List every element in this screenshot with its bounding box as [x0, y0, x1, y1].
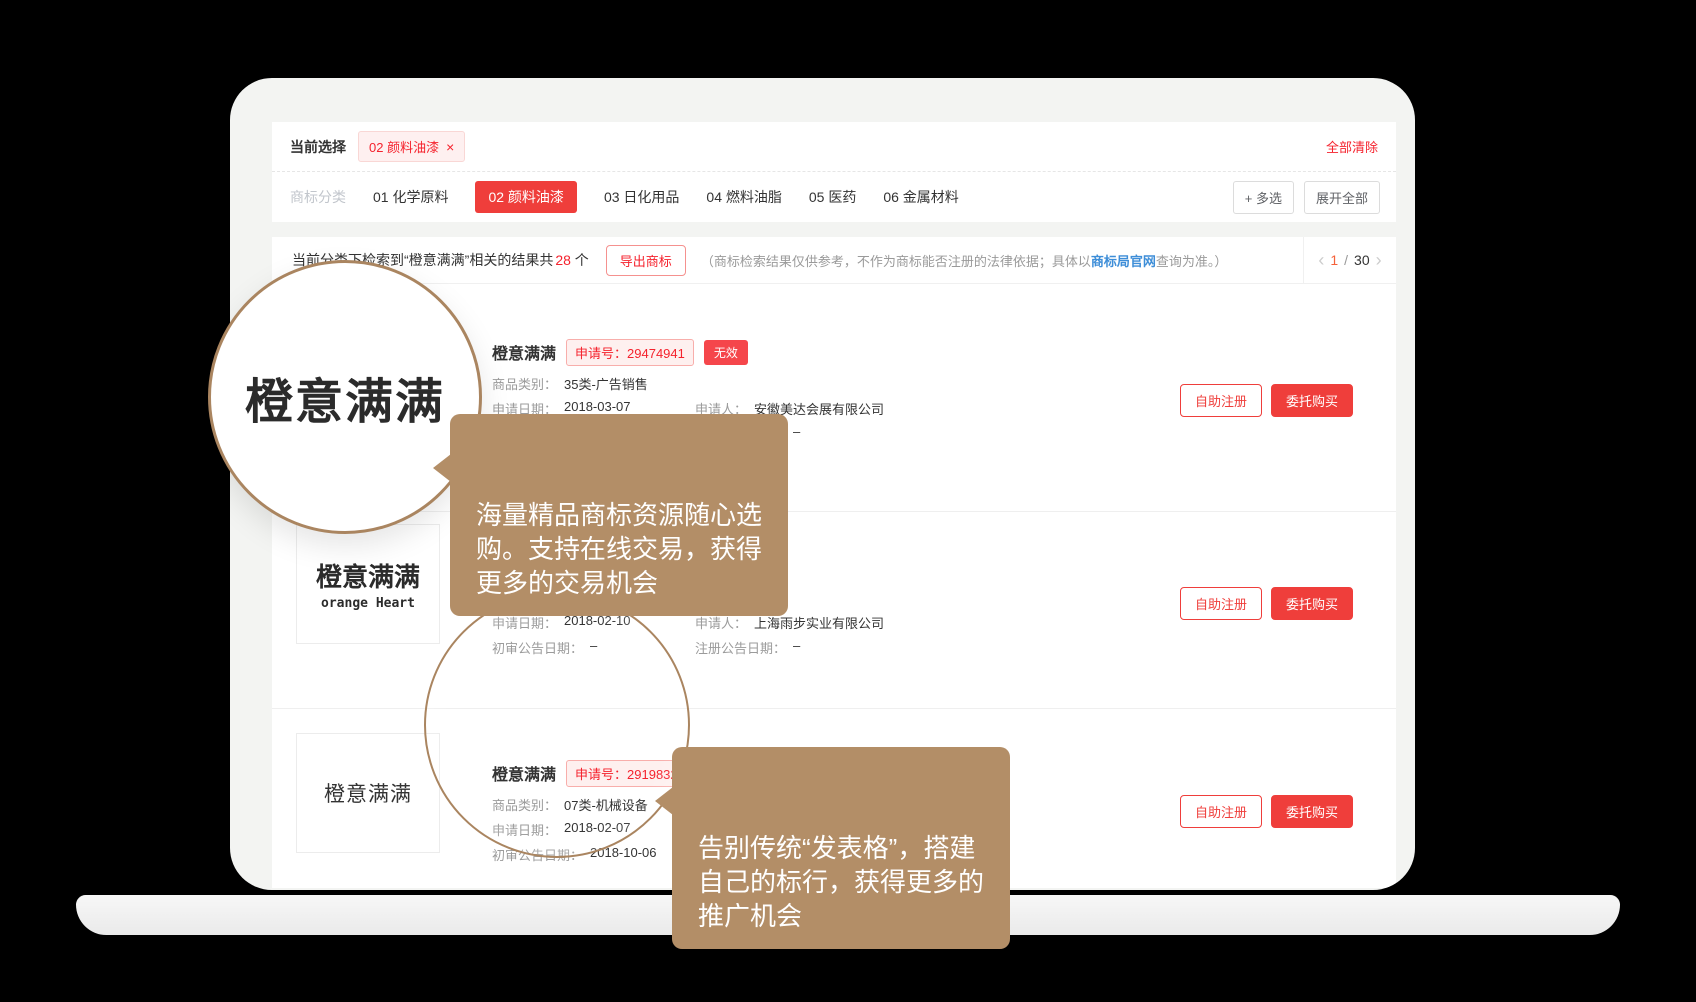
category-label: 商标分类	[290, 187, 346, 207]
result-title-row: 橙意满满 申请号：29474941 无效	[492, 340, 884, 364]
pagination-total: 30	[1354, 252, 1370, 268]
callout-arrow-icon	[655, 787, 673, 815]
callout-promotion: 告别传统“发表格”，搭建 自己的标行，获得更多的 推广机会	[672, 747, 1010, 949]
export-trademarks-button[interactable]: 导出商标	[606, 245, 686, 276]
self-register-button[interactable]: 自助注册	[1180, 795, 1262, 828]
result-actions: 自助注册 委托购买	[1180, 795, 1353, 828]
trademark-image-text: 橙意满满	[324, 778, 412, 808]
self-register-button[interactable]: 自助注册	[1180, 587, 1262, 620]
pagination-current: 1	[1330, 252, 1338, 268]
application-number: 29474941	[627, 346, 685, 361]
selected-filter-tag[interactable]: 02 颜料油漆 ×	[358, 131, 465, 162]
clear-all-link[interactable]: 全部清除	[1326, 137, 1378, 156]
callout-text: 告别传统“发表格”，搭建 自己的标行，获得更多的 推广机会	[698, 833, 984, 931]
trademark-name[interactable]: 橙意满满	[492, 340, 556, 364]
results-header: 当前分类下检索到“橙意满满”相关的结果共28 个 导出商标 （商标检索结果仅供参…	[272, 237, 1396, 284]
entrust-buy-button[interactable]: 委托购买	[1271, 795, 1353, 828]
category-item-03[interactable]: 03 日化用品	[604, 187, 679, 207]
callout-arrow-icon	[433, 454, 451, 482]
pagination: ‹ 1 / 30 ›	[1303, 237, 1396, 283]
status-badge: 无效	[704, 340, 748, 365]
result-actions: 自助注册 委托购买	[1180, 384, 1353, 417]
multi-select-button[interactable]: + 多选	[1233, 181, 1294, 214]
magnified-trademark-text: 橙意满满	[245, 362, 445, 432]
expand-all-button[interactable]: 展开全部	[1304, 181, 1380, 214]
result-actions: 自助注册 委托购买	[1180, 587, 1353, 620]
disclaimer-text: （商标检索结果仅供参考，不作为商标能否注册的法律依据；具体以商标局官网查询为准。…	[701, 251, 1228, 270]
trademark-image-text: 橙意满满	[316, 557, 420, 594]
category-item-04[interactable]: 04 燃料油脂	[706, 187, 781, 207]
disclaimer-pre: （商标检索结果仅供参考，不作为商标能否注册的法律依据；具体以	[701, 254, 1091, 269]
screenshot-root: 当前选择 02 颜料油漆 × 全部清除 商标分类 01 化学原料 02 颜料油漆…	[0, 0, 1696, 1002]
current-selection-label: 当前选择	[290, 137, 346, 157]
category-field: 商品类别： 35类-广告销售	[492, 376, 884, 391]
remove-filter-icon[interactable]: ×	[446, 140, 454, 154]
trademark-image[interactable]: 橙意满满	[296, 733, 440, 853]
application-number-label: 申请号：	[575, 346, 627, 361]
callout-marketplace: 海量精品商标资源随心选 购。支持在线交易，获得 更多的交易机会	[450, 414, 788, 616]
field-value: –	[793, 638, 800, 657]
results-header-main: 当前分类下检索到“橙意满满”相关的结果共28 个 导出商标 （商标检索结果仅供参…	[272, 237, 1303, 283]
entrust-buy-button[interactable]: 委托购买	[1271, 587, 1353, 620]
category-row: 商标分类 01 化学原料 02 颜料油漆 03 日化用品 04 燃料油脂 05 …	[272, 172, 1396, 222]
field-value: –	[793, 424, 800, 443]
category-item-06[interactable]: 06 金属材料	[883, 187, 958, 207]
prev-page-icon[interactable]: ‹	[1318, 251, 1324, 269]
category-item-01[interactable]: 01 化学原料	[373, 187, 448, 207]
trademark-image[interactable]: 橙意满满 orange Heart	[296, 524, 440, 644]
callout-text: 海量精品商标资源随心选 购。支持在线交易，获得 更多的交易机会	[476, 500, 762, 598]
filter-panel: 当前选择 02 颜料油漆 × 全部清除 商标分类 01 化学原料 02 颜料油漆…	[272, 122, 1396, 222]
self-register-button[interactable]: 自助注册	[1180, 384, 1262, 417]
disclaimer-post: 查询为准。）	[1156, 254, 1228, 269]
magnifier-circle-large: 橙意满满	[208, 260, 482, 534]
results-count: 28	[555, 252, 571, 268]
field-label: 注册公告日期：	[695, 638, 786, 657]
next-page-icon[interactable]: ›	[1376, 251, 1382, 269]
field-label: 商品类别：	[492, 374, 557, 393]
results-summary-suffix: 个	[571, 252, 589, 268]
category-item-05[interactable]: 05 医药	[809, 187, 856, 207]
application-number-tag: 申请号：29474941	[566, 339, 694, 366]
entrust-buy-button[interactable]: 委托购买	[1271, 384, 1353, 417]
trademark-image-subtext: orange Heart	[321, 596, 415, 611]
selected-filter-tag-label: 02 颜料油漆	[369, 137, 439, 156]
trademark-office-link[interactable]: 商标局官网	[1091, 254, 1156, 269]
current-selection-row: 当前选择 02 颜料油漆 × 全部清除	[272, 122, 1396, 172]
category-item-02-selected[interactable]: 02 颜料油漆	[475, 181, 576, 213]
pagination-separator: /	[1344, 252, 1348, 268]
field-value: 35类-广告销售	[564, 374, 648, 393]
magnifier-circle-small	[424, 592, 690, 858]
